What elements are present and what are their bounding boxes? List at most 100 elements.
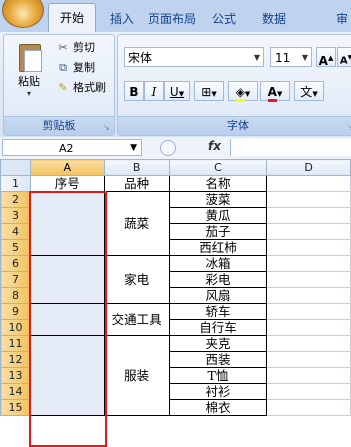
serial-cell[interactable] [29, 335, 105, 416]
header-cell[interactable]: 序号 [29, 175, 105, 192]
serial-cell[interactable] [29, 255, 105, 304]
serial-cell[interactable] [29, 191, 105, 256]
header-cell[interactable]: 品种 [103, 175, 170, 192]
row-header[interactable]: 8 [0, 287, 31, 304]
italic-button[interactable]: I [144, 81, 164, 101]
cancel-entry-icon[interactable] [160, 140, 176, 156]
font-name-value: 宋体 [128, 51, 153, 65]
item-cell[interactable]: 衬衫 [168, 383, 268, 400]
row-header[interactable]: 4 [0, 223, 31, 240]
category-cell[interactable]: 家电 [103, 255, 170, 304]
item-cell[interactable]: 棉衣 [168, 399, 268, 416]
item-cell[interactable]: 自行车 [168, 319, 268, 336]
row-header[interactable]: 9 [0, 303, 31, 320]
fill-color-button[interactable]: ◈▼ [228, 81, 258, 102]
table-row: 6 家电 冰箱 [0, 255, 351, 304]
tab-insert[interactable]: 插入 [110, 10, 134, 27]
item-cell[interactable]: 茄子 [168, 223, 268, 240]
row-header[interactable]: 7 [0, 271, 31, 288]
clipboard-group: 粘贴 ▾ ✂ 剪切 ⧉ 复制 ✎ 格式刷 剪贴板 ↘ [3, 34, 115, 136]
dialog-launcher-icon[interactable]: ↘ [346, 123, 351, 132]
copy-button[interactable]: ⧉ 复制 [56, 59, 95, 77]
bold-button[interactable]: B [124, 81, 144, 101]
tab-home[interactable]: 开始 [48, 3, 96, 33]
row-header[interactable]: 10 [0, 319, 31, 336]
cell[interactable] [266, 175, 351, 192]
cell[interactable] [266, 223, 351, 240]
cell[interactable] [266, 319, 351, 336]
cell[interactable] [266, 367, 351, 384]
row-header[interactable]: 13 [0, 367, 31, 384]
item-cell[interactable]: 轿车 [168, 303, 268, 320]
category-cell[interactable]: 交通工具 [103, 303, 170, 336]
serial-cell[interactable] [29, 303, 105, 336]
tab-page-layout[interactable]: 页面布局 [148, 10, 196, 27]
tab-formulas[interactable]: 公式 [212, 10, 236, 27]
item-cell[interactable]: 西红柿 [168, 239, 268, 256]
underline-button[interactable]: U▼ [164, 81, 190, 101]
font-color-button[interactable]: A▼ [260, 81, 290, 102]
font-size-select[interactable]: 11 ▼ [270, 47, 312, 67]
column-header-d[interactable]: D [266, 159, 351, 176]
cell[interactable] [266, 271, 351, 288]
chevron-down-icon: ▼ [312, 90, 318, 98]
row-header[interactable]: 5 [0, 239, 31, 256]
cell[interactable] [266, 399, 351, 416]
grow-font-button[interactable]: A▲ [316, 47, 336, 68]
insert-function-button[interactable]: fx [208, 139, 221, 153]
row-header[interactable]: 6 [0, 255, 31, 272]
cell[interactable] [266, 239, 351, 256]
item-cell[interactable]: T恤 [168, 367, 268, 384]
tab-review[interactable]: 审 [336, 10, 348, 27]
shrink-font-button[interactable]: A▼ [337, 47, 351, 67]
cell[interactable] [266, 287, 351, 304]
sheet-grid: A B C D 1 序号 品种 名称 2 蔬菜 菠菜 3 黄瓜 4 茄子 5 西红柿 6 家电 冰箱 7 彩电 8 风… [0, 159, 351, 416]
category-cell[interactable]: 服装 [103, 335, 170, 416]
grow-font-glyph: A [318, 54, 328, 68]
cell[interactable] [266, 335, 351, 352]
cell[interactable] [266, 351, 351, 368]
borders-button[interactable]: ⊞▼ [194, 81, 224, 101]
column-header-c[interactable]: C [168, 159, 268, 176]
row-header[interactable]: 3 [0, 207, 31, 224]
formula-input[interactable] [230, 139, 351, 156]
clipboard-group-label: 剪贴板 ↘ [4, 116, 114, 135]
column-header-a[interactable]: A [29, 159, 105, 176]
cell[interactable] [266, 383, 351, 400]
tab-data[interactable]: 数据 [262, 10, 286, 27]
item-cell[interactable]: 彩电 [168, 271, 268, 288]
cell[interactable] [266, 191, 351, 208]
font-name-select[interactable]: 宋体 ▼ [124, 47, 264, 67]
header-cell[interactable]: 名称 [168, 175, 268, 192]
cell[interactable] [266, 207, 351, 224]
worksheet: A B C D 1 序号 品种 名称 2 蔬菜 菠菜 3 黄瓜 4 茄子 5 西红柿 6 家电 冰箱 7 彩电 8 风… [0, 159, 351, 447]
select-all-corner[interactable] [0, 159, 31, 176]
category-cell[interactable]: 蔬菜 [103, 191, 170, 256]
brush-icon: ✎ [58, 81, 68, 94]
row-header[interactable]: 1 [0, 175, 31, 192]
table-row: 9 交通工具 轿车 [0, 303, 351, 336]
row-header[interactable]: 14 [0, 383, 31, 400]
dialog-launcher-icon[interactable]: ↘ [102, 123, 111, 132]
cell[interactable] [266, 303, 351, 320]
item-cell[interactable]: 冰箱 [168, 255, 268, 272]
row-header[interactable]: 12 [0, 351, 31, 368]
phonetic-button[interactable]: 文▼ [294, 81, 324, 101]
column-header-b[interactable]: B [103, 159, 170, 176]
item-cell[interactable]: 风扇 [168, 287, 268, 304]
cell[interactable] [266, 255, 351, 272]
item-cell[interactable]: 菠菜 [168, 191, 268, 208]
item-cell[interactable]: 西装 [168, 351, 268, 368]
chevron-down-icon: ▾ [26, 89, 31, 98]
row-header[interactable]: 11 [0, 335, 31, 352]
item-cell[interactable]: 夹克 [168, 335, 268, 352]
ribbon: 开始 插入 页面布局 公式 数据 审 粘贴 ▾ ✂ 剪切 ⧉ 复制 ✎ 格式刷 [0, 0, 351, 137]
chevron-down-icon: ▼ [301, 53, 308, 62]
paste-button[interactable]: 粘贴 ▾ [8, 39, 50, 103]
cut-button[interactable]: ✂ 剪切 [56, 39, 95, 57]
row-header[interactable]: 2 [0, 191, 31, 208]
format-painter-button[interactable]: ✎ 格式刷 [56, 79, 106, 97]
row-header[interactable]: 15 [0, 399, 31, 416]
name-box[interactable]: A2 ▼ [2, 139, 142, 156]
item-cell[interactable]: 黄瓜 [168, 207, 268, 224]
